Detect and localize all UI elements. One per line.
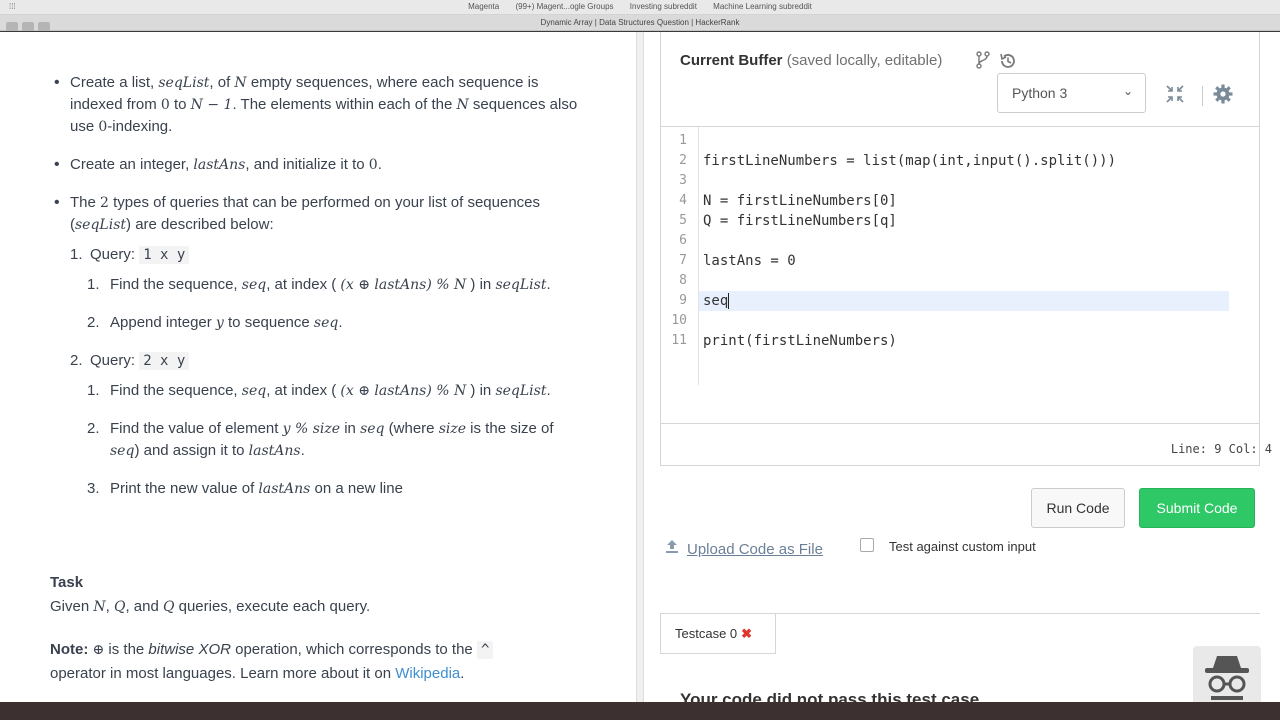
query-2-code: 2 x y xyxy=(139,352,190,370)
query-2: 2. Query: 2 x y 1. Find the sequence, seq,… xyxy=(70,350,580,500)
testcase-area: Testcase 0 ✖ Your code did not pass this … xyxy=(660,613,1260,709)
code-editor[interactable]: 1 2 firstLineNumbers = list(map(int,input… xyxy=(661,126,1259,424)
note-text: Note: ⊕ is the bitwise XOR operation, wh… xyxy=(50,638,550,686)
query-1: 1. Query: 1 x y 1. Find the sequence, seq,… xyxy=(70,244,580,334)
code-line[interactable]: 2 firstLineNumbers = list(map(int,input()… xyxy=(661,151,1241,171)
query-2-step-3: 3. Print the new value of lastAns on a ne… xyxy=(87,480,403,497)
tab-bar: Dynamic Array | Data Structures Question… xyxy=(0,15,1280,31)
run-code-button[interactable]: Run Code xyxy=(1031,488,1125,528)
upload-code-link[interactable]: Upload Code as File xyxy=(664,538,823,558)
history-icon[interactable] xyxy=(998,51,1018,71)
collapse-icon[interactable] xyxy=(1164,83,1186,105)
window-title: Dynamic Array | Data Structures Question… xyxy=(540,18,740,27)
code-line[interactable]: 1 xyxy=(661,131,1241,151)
bookmark-item[interactable]: Magenta xyxy=(468,2,499,11)
task-heading: Task xyxy=(50,574,84,591)
submit-code-button[interactable]: Submit Code xyxy=(1139,488,1255,528)
text-cursor xyxy=(728,293,730,309)
bookmark-item[interactable]: (99+) Magent...ogle Groups xyxy=(515,2,613,11)
query-2-step-1: 1. Find the sequence, seq, at index ( (x … xyxy=(87,382,551,399)
query-1-step-2: 2. Append integer y to sequence seq. xyxy=(87,314,343,331)
bookmarks-bar: ⁞⁞⁞ Magenta (99+) Magent...ogle Groups I… xyxy=(0,0,1280,15)
wikipedia-link[interactable]: Wikipedia xyxy=(395,665,460,682)
problem-panel: Create a list, seqList, of N empty seque… xyxy=(0,32,636,702)
cursor-position: Line: 9 Col: 4 xyxy=(1170,442,1272,456)
bullet-create-integer: Create an integer, lastAns, and initiali… xyxy=(50,154,580,176)
custom-input-checkbox[interactable] xyxy=(860,538,874,552)
toolbar-separator xyxy=(1202,86,1203,106)
upload-icon xyxy=(664,538,682,558)
bottom-bar xyxy=(0,702,1280,720)
bullet-create-list: Create a list, seqList, of N empty seque… xyxy=(50,72,580,138)
code-line[interactable]: 5Q = firstLineNumbers[q] xyxy=(661,211,1241,231)
incognito-icon xyxy=(1193,646,1261,708)
editor-panel: Current Buffer (saved locally, editable)… xyxy=(644,32,1280,709)
problem-statement: Create a list, seqList, of N empty seque… xyxy=(50,72,580,516)
tab-testcase-0[interactable]: Testcase 0 ✖ xyxy=(660,614,776,654)
code-line[interactable]: 4N = firstLineNumbers[0] xyxy=(661,191,1241,211)
buffer-header: Current Buffer (saved locally, editable) xyxy=(680,52,943,69)
bullet-query-types: The 2 types of queries that can be perfo… xyxy=(50,192,580,500)
bookmark-item[interactable]: Machine Learning subreddit xyxy=(713,2,812,11)
language-value: Python 3 xyxy=(1012,85,1068,101)
query-1-code: 1 x y xyxy=(139,246,190,264)
code-line[interactable]: 8 xyxy=(661,271,1241,291)
custom-input-label: Test against custom input xyxy=(889,539,1036,554)
bookmark-item[interactable]: Investing subreddit xyxy=(630,2,697,11)
fail-icon: ✖ xyxy=(741,626,753,641)
task-text: Given N, Q, and Q queries, execute each … xyxy=(50,598,371,615)
query-2-step-2: 2. Find the value of element y % size in … xyxy=(87,420,554,459)
code-line[interactable]: 10 xyxy=(661,311,1241,331)
code-line[interactable]: 7 lastAns = 0 xyxy=(661,251,1241,271)
gear-icon[interactable] xyxy=(1212,83,1234,105)
chevron-down-icon: ⌄ xyxy=(1122,84,1133,98)
query-1-step-1: 1. Find the sequence, seq, at index ( (x … xyxy=(87,276,551,293)
code-line[interactable]: 3 xyxy=(661,171,1241,191)
language-select[interactable]: Python 3 ⌄ xyxy=(997,73,1146,113)
branch-icon[interactable] xyxy=(975,51,993,69)
code-line-active[interactable]: 9 seq xyxy=(661,291,1241,311)
code-line[interactable]: 11 print(firstLineNumbers) xyxy=(661,331,1241,351)
code-line[interactable]: 6 xyxy=(661,231,1241,251)
bookmark-links: Magenta (99+) Magent...ogle Groups Inves… xyxy=(0,2,1280,11)
panel-divider[interactable] xyxy=(636,32,644,702)
